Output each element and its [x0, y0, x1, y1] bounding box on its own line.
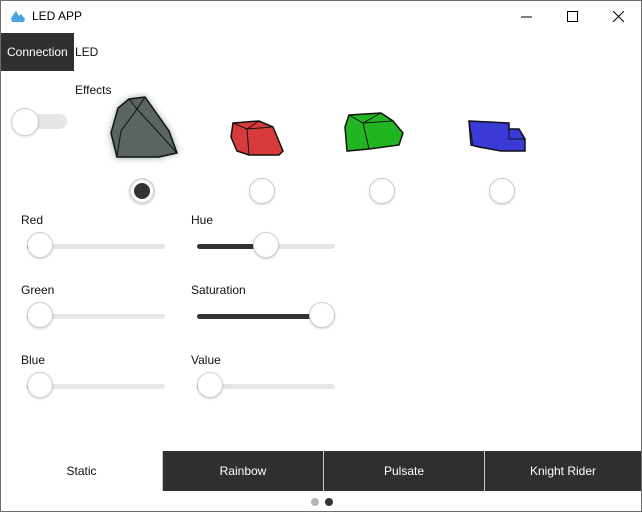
led-gray-image[interactable] [101, 91, 187, 167]
led-red-image[interactable] [229, 117, 287, 159]
slider-handle[interactable] [309, 302, 335, 328]
page-dot-active[interactable] [325, 498, 333, 506]
toggle-knob [11, 108, 39, 136]
led-green-radio[interactable] [369, 178, 395, 204]
blue-slider-label: Blue [21, 353, 46, 367]
cloud-icon [11, 11, 25, 22]
led-blue-image[interactable] [465, 117, 529, 157]
hue-slider-label: Hue [191, 213, 214, 227]
green-slider[interactable] [27, 302, 165, 330]
power-toggle[interactable] [11, 108, 67, 136]
blue-slider[interactable] [27, 372, 165, 400]
slider-handle[interactable] [27, 232, 53, 258]
effect-tab-bar: Static Rainbow Pulsate Knight Rider [1, 451, 641, 491]
tab-knight-rider[interactable]: Knight Rider [484, 451, 641, 491]
slider-handle[interactable] [27, 372, 53, 398]
page-indicator [311, 498, 335, 506]
tab-connection[interactable]: Connection [1, 33, 74, 71]
minimize-button[interactable] [503, 1, 549, 32]
led-gray-radio[interactable] [129, 178, 155, 204]
close-button[interactable] [595, 1, 641, 32]
hue-slider[interactable] [197, 232, 335, 260]
window-title: LED APP [32, 9, 83, 23]
tab-led-effects[interactable]: LED Effects [69, 33, 117, 97]
red-slider-label: Red [21, 213, 44, 227]
led-blue-radio[interactable] [489, 178, 515, 204]
tab-static[interactable]: Static [1, 451, 162, 491]
app-window: LED APP Connection LED Effects Red Hue G… [0, 0, 642, 512]
led-red-radio[interactable] [249, 178, 275, 204]
close-icon [612, 11, 624, 22]
page-dot[interactable] [311, 498, 319, 506]
tab-rainbow[interactable]: Rainbow [162, 451, 323, 491]
slider-handle[interactable] [253, 232, 279, 258]
slider-handle[interactable] [197, 372, 223, 398]
value-slider-label: Value [191, 353, 221, 367]
value-slider[interactable] [197, 372, 335, 400]
minimize-icon [520, 16, 532, 18]
tab-pulsate[interactable]: Pulsate [323, 451, 484, 491]
saturation-slider[interactable] [197, 302, 335, 330]
slider-handle[interactable] [27, 302, 53, 328]
maximize-icon [566, 11, 578, 22]
saturation-slider-label: Saturation [191, 283, 246, 297]
green-slider-label: Green [21, 283, 55, 297]
red-slider[interactable] [27, 232, 165, 260]
title-bar: LED APP [1, 1, 641, 32]
led-green-image[interactable] [341, 109, 407, 155]
maximize-button[interactable] [549, 1, 595, 32]
